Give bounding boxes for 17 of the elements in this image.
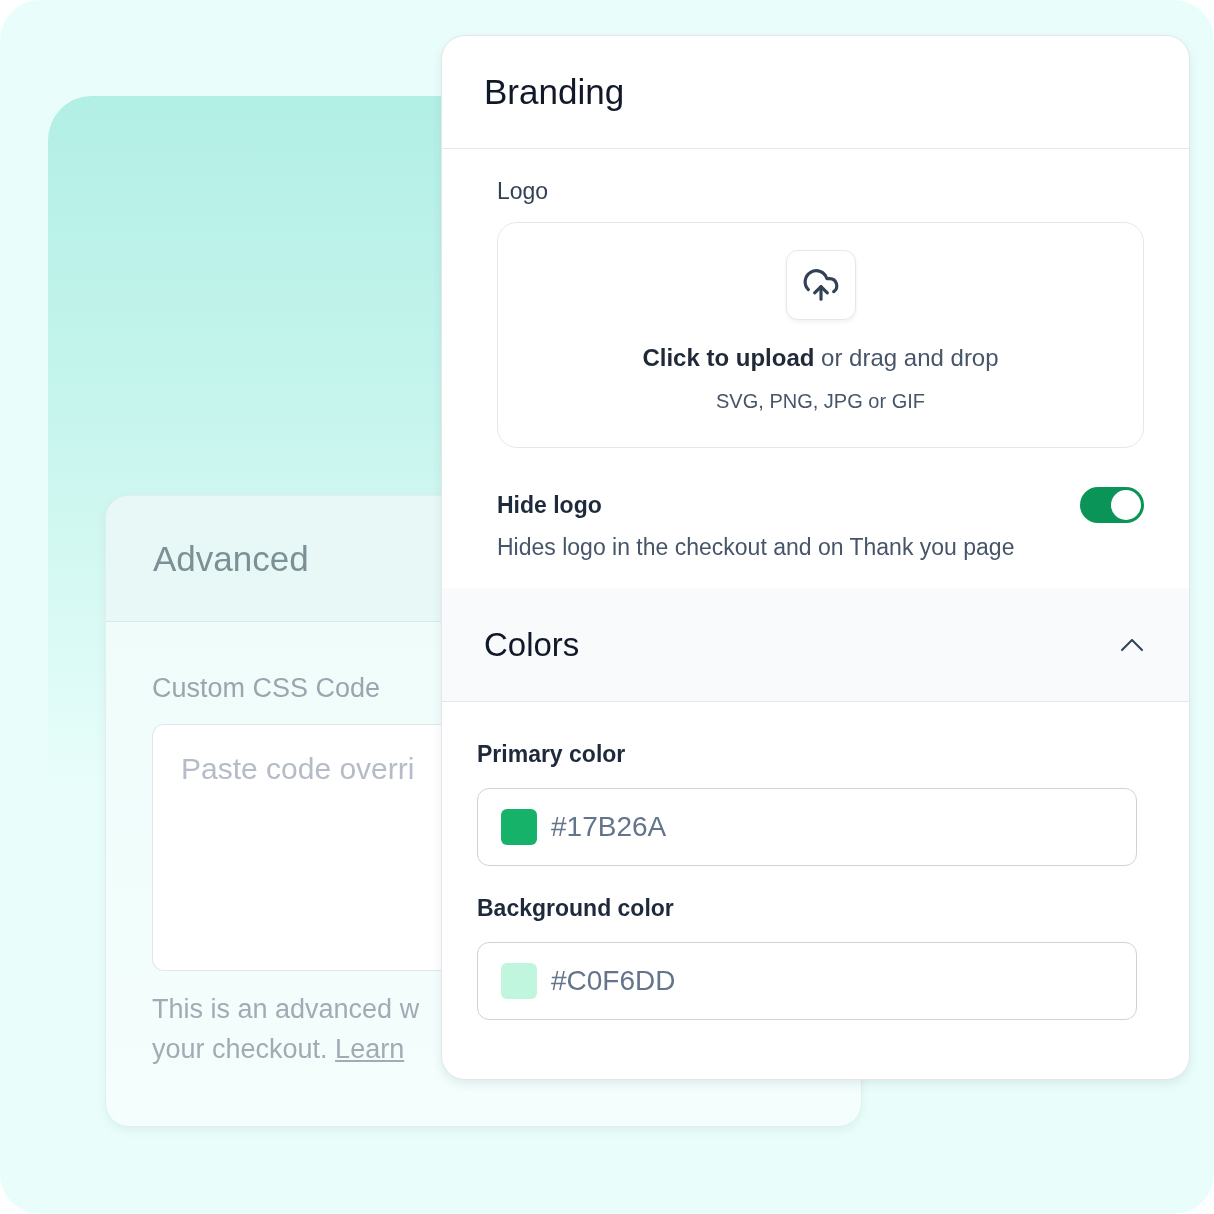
upload-icon [785,250,856,320]
color-input-field[interactable]: #17B26A [477,788,1137,866]
upload-instruction: Click to upload or drag and drop [642,343,999,373]
setting-description: Hides logo in the checkout and on Thank you page [497,533,1015,561]
file-formats-hint: SVG, PNG, JPG or GIF [716,389,925,413]
help-text: This is an advanced w your checkout. Learn [152,993,421,1066]
field-label: Logo [497,177,549,205]
colors-section-header[interactable]: Colors [442,588,1189,702]
field-label: Background color [477,894,674,922]
upload-dropzone[interactable]: Click to upload or drag and drop SVG, PNG, JPG or GIF [497,222,1144,448]
setting-label: Hide logo [497,491,602,519]
card-title: Advanced [153,538,309,579]
color-input-field[interactable]: #C0F6DD [477,942,1137,1020]
hide-logo-toggle[interactable] [1080,487,1144,523]
panel-title: Branding [484,72,625,112]
field-label: Primary color [477,740,626,768]
field-label: Custom CSS Code [152,672,381,704]
